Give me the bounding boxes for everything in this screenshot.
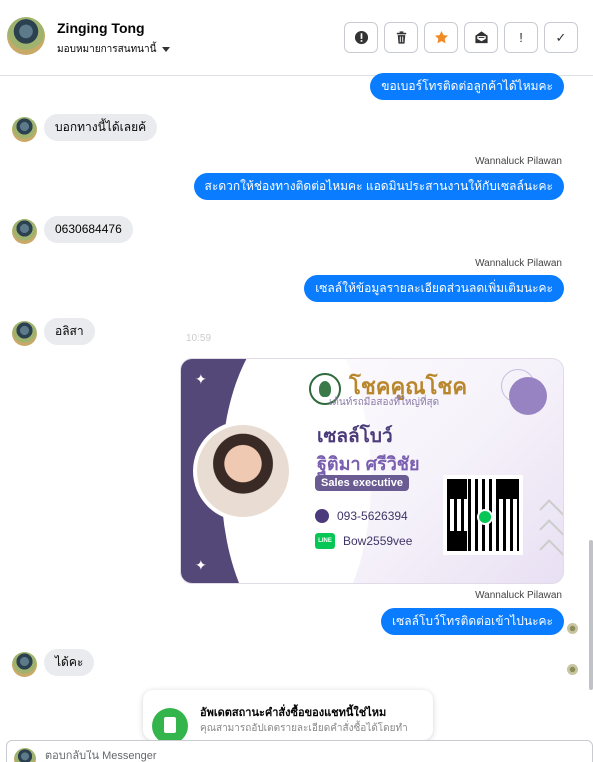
message-incoming[interactable]: 0630684476: [44, 216, 133, 243]
contact-avatar-small: [12, 117, 37, 142]
business-card-image[interactable]: ✦ ✦ โชคคูณโชค เต้นท์รถมือสองที่ใหญ่ที่สุ…: [180, 358, 564, 584]
conversation-toolbar: ! ✓: [344, 22, 578, 53]
conversation-header: Zinging Tong มอบหมายการสนทนานี้ ! ✓: [0, 0, 593, 76]
sender-name: Wannaluck Pilawan: [475, 590, 562, 601]
card-nickname: เซลล์โบว์: [317, 426, 393, 447]
messenger-conversation: Zinging Tong มอบหมายการสนทนานี้ ! ✓ ขอเบ…: [0, 0, 593, 762]
card-full-name: ฐิติมา ศรีวิชัย: [317, 454, 420, 474]
contact-avatar-small: [12, 219, 37, 244]
alert-circle-icon: [354, 30, 368, 45]
star-icon: [434, 30, 448, 44]
message-incoming[interactable]: บอกทางนี้ได้เลยค้: [44, 114, 158, 141]
seen-avatar-icon: [567, 664, 578, 675]
contact-avatar-small: [12, 321, 37, 346]
reply-composer: [6, 740, 593, 762]
prompt-subtitle: คุณสามารถอัปเดตรายละเอียดคำสั่งซื้อได้โด…: [200, 723, 408, 734]
assign-label: มอบหมายการสนทนานี้: [57, 44, 157, 55]
card-role: Sales executive: [315, 475, 409, 491]
card-phone-row: 093-5626394: [315, 509, 408, 523]
report-button[interactable]: [344, 22, 378, 53]
phone-icon: [315, 509, 329, 523]
sparkle-icon: ✦: [195, 557, 207, 573]
mark-unread-button[interactable]: [464, 22, 498, 53]
message-outgoing[interactable]: เซลล์ให้ข้อมูลรายละเอียดส่วนลดเพิ่มเติมน…: [304, 275, 564, 302]
line-app-icon: LINE: [315, 533, 335, 549]
sparkle-icon: ✦: [195, 371, 207, 387]
card-line-row: LINE Bow2559vee: [315, 533, 412, 549]
mark-done-button[interactable]: ✓: [544, 22, 578, 53]
flag-button[interactable]: !: [504, 22, 538, 53]
delete-button[interactable]: [384, 22, 418, 53]
message-outgoing[interactable]: เซลล์โบว์โทรติดต่อเข้าไปนะคะ: [381, 608, 564, 635]
assign-conversation-dropdown[interactable]: มอบหมายการสนทนานี้: [57, 42, 171, 57]
prompt-title: อัพเดตสถานะคำสั่งซื้อของแชทนี้ใช่ไหม: [200, 707, 387, 719]
page-avatar: [14, 748, 36, 762]
message-incoming[interactable]: ได้คะ: [44, 649, 95, 676]
sender-name: Wannaluck Pilawan: [475, 258, 562, 269]
card-line-id: Bow2559vee: [343, 534, 413, 548]
contact-avatar[interactable]: [7, 17, 45, 55]
order-document-icon: [152, 708, 188, 740]
card-phone: 093-5626394: [337, 509, 408, 523]
order-status-prompt[interactable]: อัพเดตสถานะคำสั่งซื้อของแชทนี้ใช่ไหม คุณ…: [143, 690, 433, 740]
reply-input[interactable]: [45, 750, 345, 762]
sales-photo: [193, 421, 293, 521]
card-tagline: เต้นท์รถมือสองที่ใหญ่ที่สุด: [329, 397, 440, 408]
sender-name: Wannaluck Pilawan: [475, 156, 562, 167]
chevron-decor-icon: [539, 539, 563, 565]
qr-code: [443, 475, 523, 555]
contact-name[interactable]: Zinging Tong: [57, 20, 145, 36]
caret-down-icon: [162, 47, 171, 52]
trash-icon: [396, 31, 406, 44]
star-button[interactable]: [424, 22, 458, 53]
message-outgoing[interactable]: สะดวกให้ช่องทางติดต่อไหมคะ แอดมินประสานง…: [193, 173, 564, 200]
message-incoming[interactable]: อลิสา: [44, 318, 95, 345]
envelope-icon: [474, 31, 488, 44]
decor-circle: [509, 377, 547, 415]
thread-scrollbar[interactable]: [589, 540, 593, 690]
message-timestamp: 10:59: [186, 333, 212, 344]
seen-avatar-icon: [567, 623, 578, 634]
message-outgoing[interactable]: ขอเบอร์โทรติดต่อลูกค้าได้ไหมคะ: [370, 73, 564, 100]
contact-avatar-small: [12, 652, 37, 677]
